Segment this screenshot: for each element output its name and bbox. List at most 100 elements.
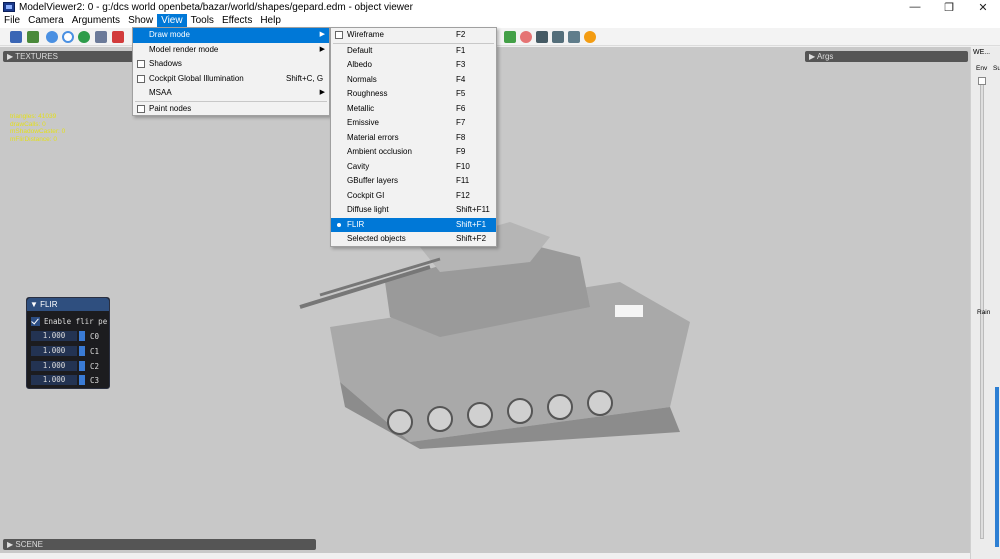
env-label: Env — [976, 65, 988, 72]
c1-slider-handle[interactable] — [79, 346, 85, 356]
sphere-icon[interactable] — [46, 31, 58, 43]
menu-item-msaa[interactable]: MSAA ▶ — [133, 86, 329, 101]
menu-item-label: Emissive — [347, 118, 380, 127]
c1-value-field[interactable]: 1.000 — [31, 346, 77, 356]
menu-item-label: Albedo — [347, 60, 372, 69]
menu-item-shadows[interactable]: Shadows — [133, 57, 329, 72]
selected-bullet-icon — [337, 223, 341, 227]
draw-mode-cavity[interactable]: Cavity F10 — [331, 160, 496, 175]
menu-camera[interactable]: Camera — [24, 14, 68, 28]
wireframe-checkbox[interactable] — [335, 31, 343, 39]
menu-item-shortcut: F9 — [456, 147, 466, 156]
paint-nodes-checkbox[interactable] — [137, 104, 145, 113]
draw-mode-diffuse-light[interactable]: Diffuse light Shift+F11 — [331, 203, 496, 218]
draw-mode-albedo[interactable]: Albedo F3 — [331, 58, 496, 73]
menu-effects[interactable]: Effects — [218, 14, 256, 28]
draw-mode-roughness[interactable]: Roughness F5 — [331, 87, 496, 102]
draw-mode-emissive[interactable]: Emissive F7 — [331, 116, 496, 131]
image-icon[interactable] — [95, 31, 107, 43]
c0-value-field[interactable]: 1.000 — [31, 331, 77, 341]
draw-mode-default[interactable]: Default F1 — [331, 44, 496, 59]
flir-panel-header[interactable]: ▼ FLIR — [27, 298, 109, 311]
save-icon[interactable] — [10, 31, 22, 43]
draw-mode-selected-objects[interactable]: Selected objects Shift+F2 — [331, 232, 496, 247]
args-label: Args — [816, 52, 834, 61]
menu-item-label: Normals — [347, 74, 377, 84]
menu-item-model-render-mode[interactable]: Model render mode ▶ — [133, 43, 329, 58]
menu-item-shortcut: Shift+F1 — [456, 219, 487, 229]
light-icon[interactable] — [536, 31, 548, 43]
draw-mode-material-errors[interactable]: Material errors F8 — [331, 131, 496, 146]
flir-enable-row[interactable]: Enable flir pe — [31, 316, 107, 326]
flir-panel: ▼ FLIR Enable flir pe 1.000 C0 1.000 C1 … — [26, 297, 110, 389]
menu-file[interactable]: File — [0, 14, 24, 28]
enable-flir-checkbox[interactable] — [31, 316, 40, 326]
menu-item-shortcut: F4 — [456, 74, 466, 84]
draw-mode-ambient-occlusion[interactable]: Ambient occlusion F9 — [331, 145, 496, 160]
submenu-arrow-icon: ▶ — [319, 89, 325, 96]
draw-mode-gbuffer-layers[interactable]: GBuffer layers F11 — [331, 174, 496, 189]
c0-label: C0 — [90, 331, 100, 341]
menu-arguments[interactable]: Arguments — [68, 14, 124, 28]
c0-slider-handle[interactable] — [79, 331, 85, 341]
menu-view[interactable]: View — [157, 14, 187, 28]
window-title: ModelViewer2: 0 - g:/dcs world openbeta/… — [19, 1, 413, 13]
figure-icon[interactable] — [112, 31, 124, 43]
vehicle-icon[interactable] — [568, 31, 580, 43]
submenu-arrow-icon: ▶ — [319, 45, 325, 53]
reload-icon[interactable] — [27, 31, 39, 43]
render-stats: triangles: 41039 drawCalls: 0 mShadowCas… — [10, 113, 65, 143]
menu-item-label: Selected objects — [347, 234, 406, 243]
menu-bar: File Camera Arguments Show View Tools Ef… — [0, 14, 1000, 28]
submenu-arrow-icon: ▶ — [319, 31, 325, 38]
rain-label: Rain — [977, 309, 991, 316]
menu-item-shortcut: F8 — [456, 132, 466, 142]
grid-icon[interactable] — [504, 31, 516, 43]
menu-item-label: Draw mode — [149, 30, 190, 39]
menu-show[interactable]: Show — [124, 14, 157, 28]
menu-item-shortcut: F6 — [456, 103, 466, 113]
env-slider-handle[interactable] — [978, 77, 986, 85]
menu-help[interactable]: Help — [256, 14, 285, 28]
c2-slider-handle[interactable] — [79, 361, 85, 371]
c3-slider-handle[interactable] — [79, 375, 85, 385]
menu-item-shortcut: F7 — [456, 118, 466, 127]
menu-item-draw-mode[interactable]: Draw mode ▶ — [133, 28, 329, 43]
cancel-icon[interactable] — [520, 31, 532, 43]
minimize-button[interactable]: — — [898, 1, 932, 13]
ring-icon[interactable] — [62, 31, 74, 43]
menu-item-label: MSAA — [149, 88, 172, 97]
c3-value-field[interactable]: 1.000 — [31, 375, 77, 385]
flir-param-row: 1.000 C0 — [31, 331, 99, 341]
su-slider-fill[interactable] — [995, 387, 999, 547]
menu-item-label: Paint nodes — [149, 103, 192, 113]
menu-item-label: Default — [347, 45, 373, 55]
c1-label: C1 — [90, 346, 100, 356]
menu-item-label: Ambient occlusion — [347, 147, 412, 156]
shadows-checkbox[interactable] — [137, 60, 145, 68]
maximize-button[interactable]: ❐ — [932, 1, 966, 14]
menu-item-label: Material errors — [347, 132, 399, 142]
scene-panel-header[interactable]: ▶ SCENE — [3, 539, 316, 550]
person-icon[interactable] — [552, 31, 564, 43]
menu-tools[interactable]: Tools — [187, 14, 218, 28]
menu-item-label: FLIR — [347, 219, 365, 229]
sun-icon[interactable] — [584, 31, 596, 43]
menu-item-paint-nodes[interactable]: Paint nodes — [133, 102, 329, 117]
flir-param-row: 1.000 C1 — [31, 346, 99, 356]
cockpit-gi-checkbox[interactable] — [137, 74, 145, 83]
args-panel-header[interactable]: ▶ Args — [805, 51, 968, 62]
draw-mode-flir[interactable]: FLIR Shift+F1 — [331, 217, 496, 232]
menu-item-label: Diffuse light — [347, 205, 389, 214]
draw-mode-metallic[interactable]: Metallic F6 — [331, 102, 496, 117]
draw-mode-normals[interactable]: Normals F4 — [331, 73, 496, 88]
view-menu: Draw mode ▶ Model render mode ▶ Shadows … — [132, 27, 330, 116]
draw-mode-wireframe[interactable]: Wireframe F2 — [331, 28, 496, 43]
refresh-icon[interactable] — [78, 31, 90, 43]
c2-value-field[interactable]: 1.000 — [31, 361, 77, 371]
draw-mode-cockpit-gi[interactable]: Cockpit GI F12 — [331, 189, 496, 204]
menu-item-cockpit-gi[interactable]: Cockpit Global Illumination Shift+C, G — [133, 72, 329, 87]
close-button[interactable]: ✕ — [966, 1, 1000, 14]
menu-item-shortcut: Shift+F2 — [456, 234, 487, 243]
menu-item-shortcut: F2 — [456, 30, 466, 39]
